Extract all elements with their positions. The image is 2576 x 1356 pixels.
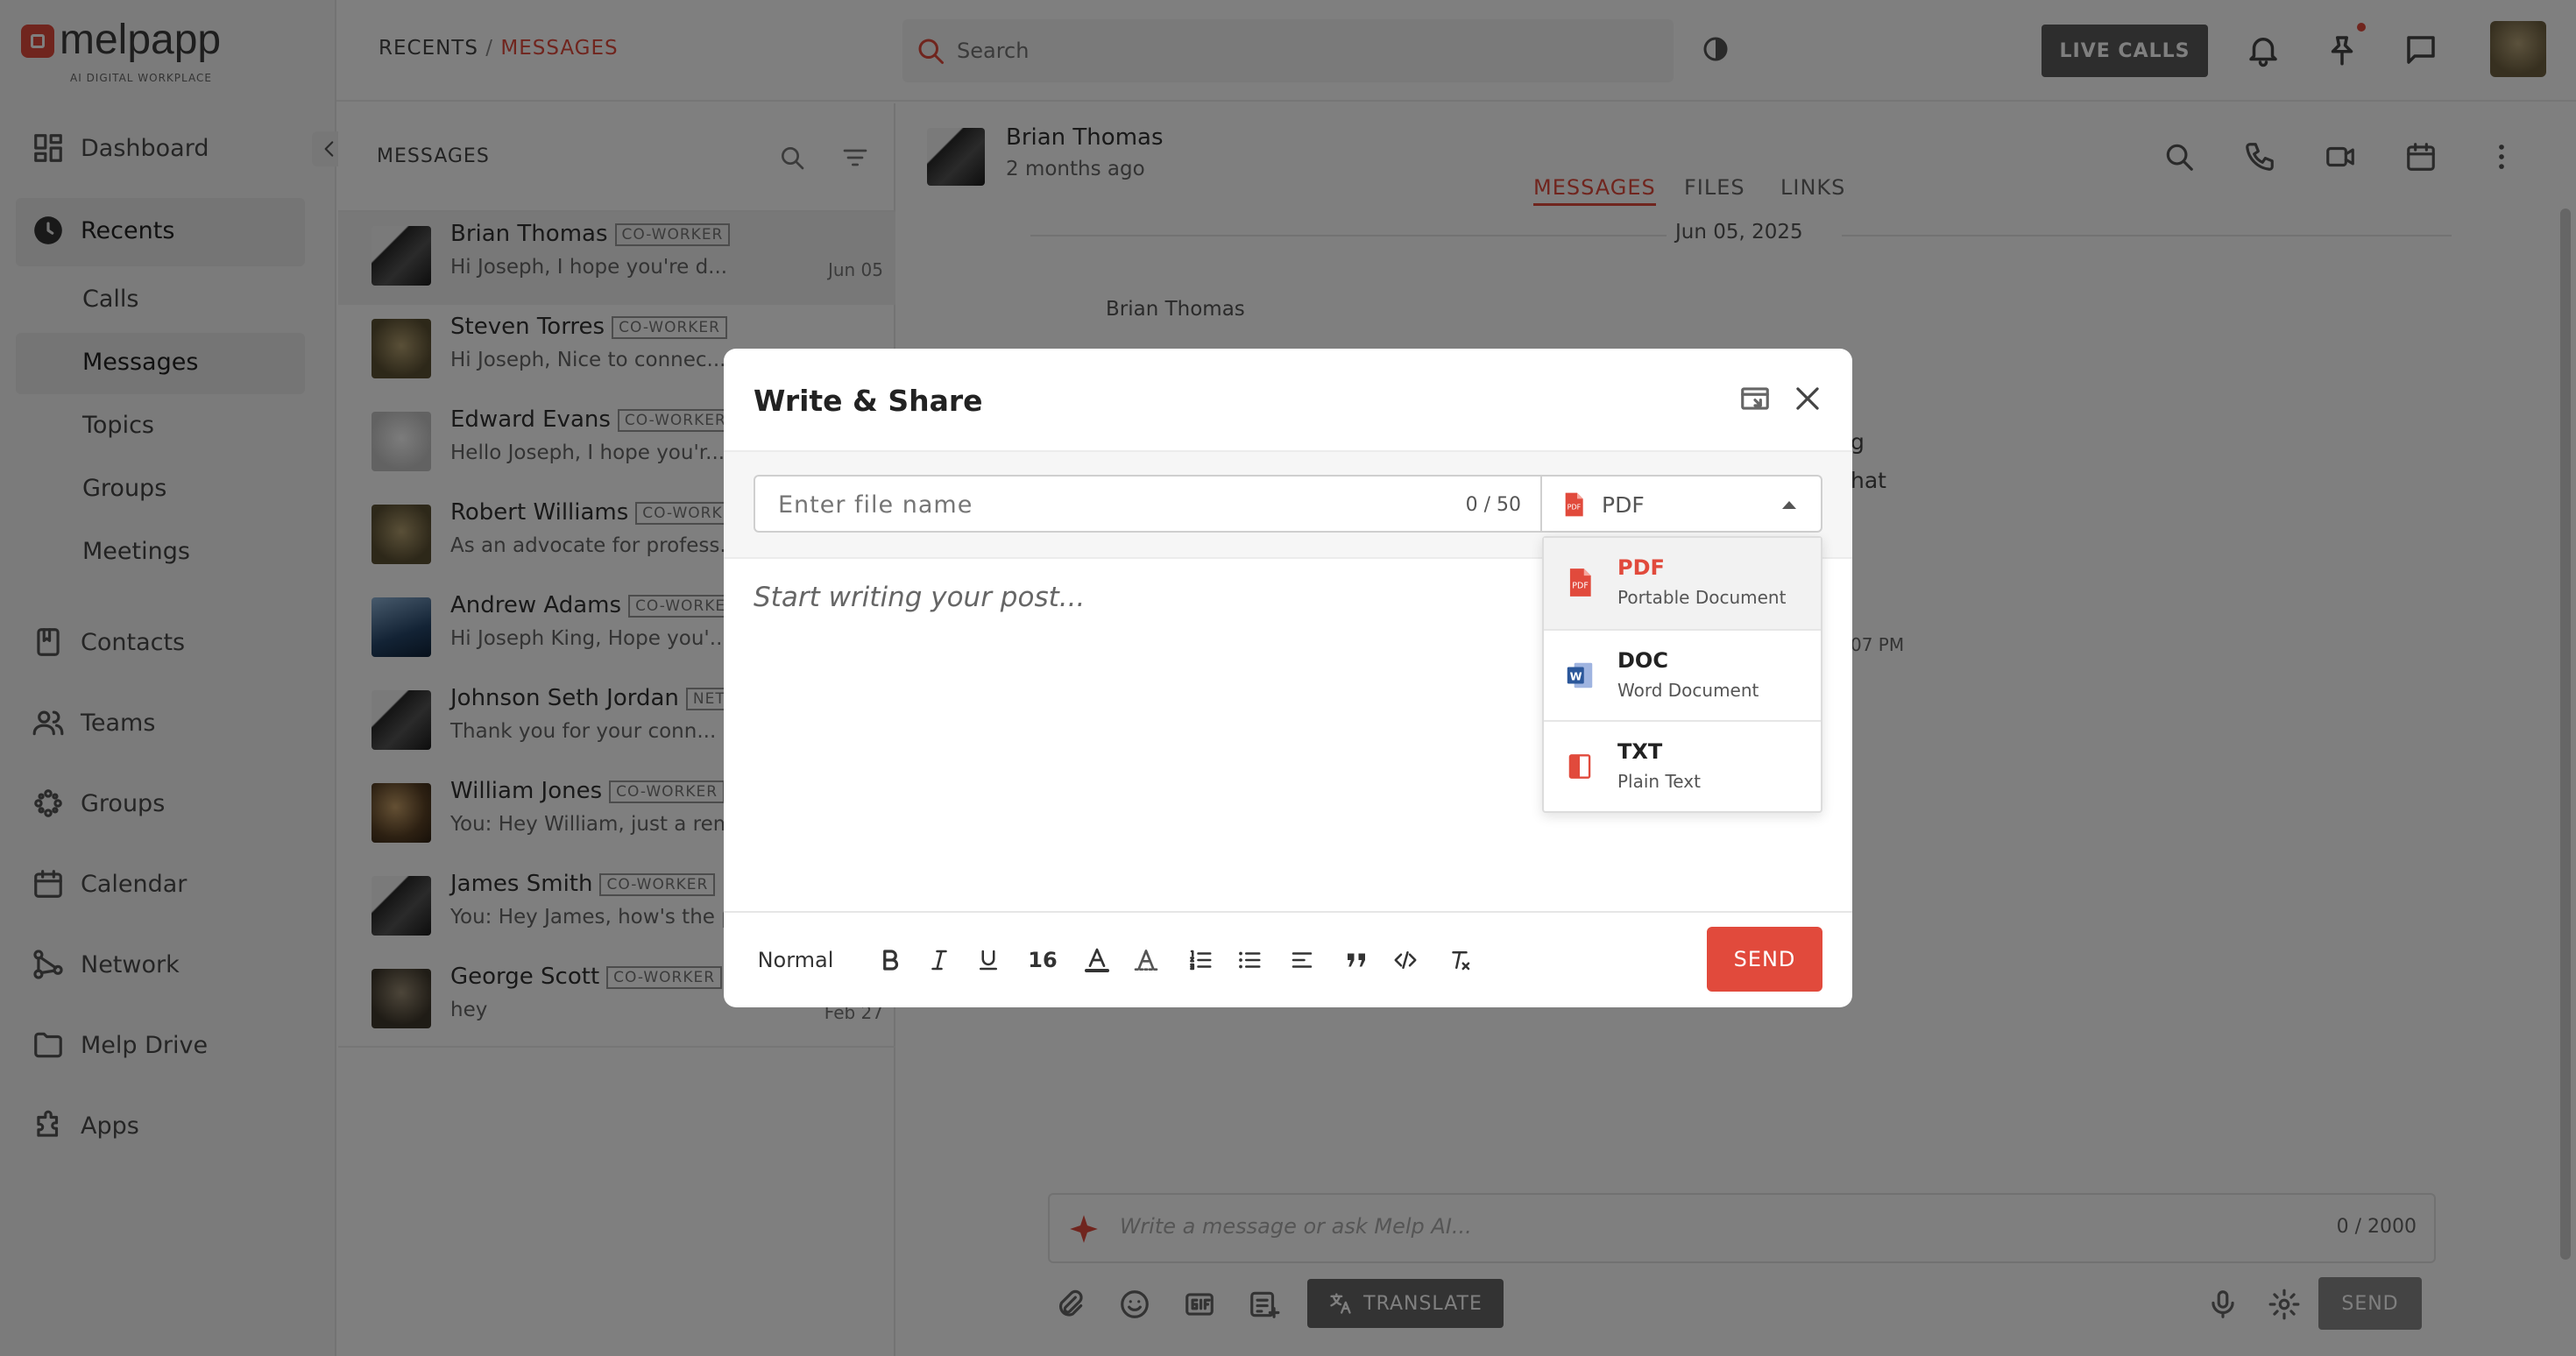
text-color-button[interactable] xyxy=(1079,939,1115,981)
format-option-doc[interactable]: W DOC Word Document xyxy=(1544,629,1821,720)
clear-format-button[interactable] xyxy=(1442,939,1477,981)
code-button[interactable] xyxy=(1388,939,1423,981)
format-option-subtitle: Word Document xyxy=(1617,680,1759,701)
bullet-list-icon xyxy=(1236,947,1263,973)
selected-format: PDF xyxy=(1602,492,1645,518)
pdf-file-icon: PDF xyxy=(1560,491,1588,519)
minimize-icon[interactable] xyxy=(1738,382,1772,415)
format-option-txt[interactable]: TXT Plain Text xyxy=(1544,720,1821,811)
format-option-title: PDF xyxy=(1617,555,1665,580)
highlight-button[interactable] xyxy=(1129,939,1164,981)
editor-placeholder[interactable]: Start writing your post... xyxy=(754,582,1085,613)
modal-title: Write & Share xyxy=(754,384,983,418)
format-option-pdf[interactable]: PDF PDF Portable Document xyxy=(1544,538,1821,629)
pdf-file-icon: PDF xyxy=(1563,566,1596,599)
file-name-counter: 0 / 50 xyxy=(1465,494,1521,516)
text-file-icon xyxy=(1563,750,1596,783)
clear-format-icon xyxy=(1447,947,1473,973)
format-option-title: DOC xyxy=(1617,648,1668,673)
modal-send-button[interactable]: SEND xyxy=(1707,927,1822,992)
ordered-list-icon xyxy=(1187,947,1214,973)
svg-text:W: W xyxy=(1570,670,1582,683)
ordered-list-button[interactable] xyxy=(1183,939,1218,981)
italic-icon xyxy=(926,947,952,973)
format-dropdown: PDF PDF Portable Document W DOC Word Doc… xyxy=(1542,536,1822,813)
bold-button[interactable] xyxy=(873,939,908,981)
file-name-field[interactable]: 0 / 50 xyxy=(754,475,1542,533)
underline-icon xyxy=(975,947,1001,973)
font-size-select[interactable]: 16 xyxy=(1025,939,1060,981)
format-option-subtitle: Plain Text xyxy=(1617,771,1701,792)
blockquote-button[interactable] xyxy=(1339,939,1374,981)
align-left-icon xyxy=(1289,947,1315,973)
underline-button[interactable] xyxy=(971,939,1006,981)
caret-up-icon xyxy=(1782,501,1796,509)
text-color-icon xyxy=(1083,946,1111,974)
bullet-list-button[interactable] xyxy=(1232,939,1267,981)
bold-icon xyxy=(877,947,903,973)
format-option-title: TXT xyxy=(1617,739,1663,764)
align-button[interactable] xyxy=(1284,939,1320,981)
svg-text:PDF: PDF xyxy=(1572,581,1589,590)
format-option-subtitle: Portable Document xyxy=(1617,587,1787,608)
word-file-icon: W xyxy=(1563,659,1596,692)
svg-text:PDF: PDF xyxy=(1568,503,1582,511)
italic-button[interactable] xyxy=(922,939,957,981)
format-select[interactable]: PDF PDF xyxy=(1540,475,1822,533)
highlight-icon xyxy=(1132,946,1160,974)
file-name-input[interactable] xyxy=(778,488,1391,521)
code-icon xyxy=(1392,947,1419,973)
text-style-select[interactable]: Normal xyxy=(757,939,834,981)
close-icon[interactable] xyxy=(1791,382,1824,415)
quote-icon xyxy=(1343,947,1369,973)
